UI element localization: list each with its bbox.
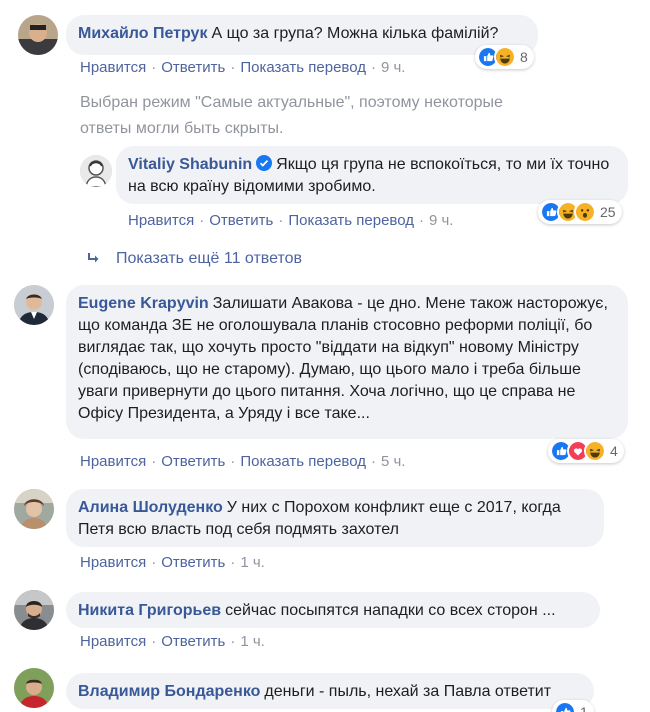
timestamp[interactable]: 1 ч. [240, 633, 265, 650]
avatar[interactable] [80, 155, 112, 187]
separator: · [199, 212, 205, 229]
reaction-count: 25 [600, 204, 616, 220]
like-button[interactable]: Нравится [80, 59, 146, 76]
comment-author[interactable]: Владимир Бондаренко [78, 683, 260, 700]
reply-button[interactable]: Ответить [161, 554, 225, 571]
comment-text: деньги - пыль, нехай за Павла ответит [264, 683, 552, 700]
avatar[interactable] [14, 489, 54, 529]
comment-bubble: Eugene Krapyvin Залишати Авакова - це дно… [66, 285, 628, 439]
timestamp[interactable]: 9 ч. [429, 212, 454, 229]
comment-text: А що за група? Можна кілька фамілій? [211, 25, 499, 42]
avatar[interactable] [14, 668, 54, 708]
like-button[interactable]: Нравится [80, 453, 146, 470]
verified-badge-icon [256, 155, 273, 171]
timestamp[interactable]: 1 ч. [240, 554, 265, 571]
comment-author[interactable]: Eugene Krapyvin [78, 295, 209, 312]
comment-text: сейчас посыпятся нападки со всех сторон … [225, 602, 556, 619]
reaction-count: 1 [580, 704, 588, 712]
comment-actions: Нравится · Ответить · Показать перевод · 9 ч. [80, 59, 405, 76]
comment-bubble: Михайло Петрук А що за група? Можна кільк… [66, 15, 538, 55]
reply-button[interactable]: Ответить [161, 59, 225, 76]
reaction-count: 4 [610, 443, 618, 459]
like-icon [554, 701, 576, 712]
reaction-summary[interactable]: 8 [475, 45, 534, 69]
separator: · [418, 212, 424, 229]
avatar[interactable] [18, 15, 58, 55]
haha-icon [494, 46, 516, 68]
like-button[interactable]: Нравится [80, 633, 146, 650]
avatar-photo-icon [14, 668, 54, 708]
comment-author[interactable]: Никита Григорьев [78, 602, 221, 619]
translate-button[interactable]: Показать перевод [240, 453, 366, 470]
reply-button[interactable]: Ответить [161, 633, 225, 650]
separator: · [370, 453, 376, 470]
avatar[interactable] [14, 285, 54, 325]
timestamp[interactable]: 9 ч. [381, 59, 406, 76]
show-more-label[interactable]: Показать ещё 11 ответов [116, 250, 302, 268]
comment-bubble: Никита Григорьев сейчас посыпятся нападки… [66, 592, 600, 628]
reply-button[interactable]: Ответить [209, 212, 273, 229]
separator: · [151, 453, 157, 470]
reaction-count: 8 [520, 49, 528, 65]
separator: · [151, 633, 157, 650]
separator: · [230, 554, 236, 571]
avatar-photo-icon [14, 590, 54, 630]
separator: · [151, 554, 157, 571]
separator: · [151, 59, 157, 76]
comment-actions: Нравится · Ответить · 1 ч. [80, 633, 265, 650]
haha-icon [584, 440, 606, 462]
timestamp[interactable]: 5 ч. [381, 453, 406, 470]
separator: · [230, 59, 236, 76]
comment-text: Залишати Авакова - це дно. Мене також на… [78, 295, 608, 422]
comment-bubble: Владимир Бондаренко деньги - пыль, нехай … [66, 673, 594, 709]
avatar-photo-icon [14, 489, 54, 529]
like-button[interactable]: Нравится [80, 554, 146, 571]
comment-bubble: Vitaliy Shabunin Якщо ця група не вспокої… [116, 146, 628, 204]
wow-icon [574, 201, 596, 223]
reply-arrow-icon [88, 253, 99, 263]
translate-button[interactable]: Показать перевод [288, 212, 414, 229]
translate-button[interactable]: Показать перевод [240, 59, 366, 76]
separator: · [230, 453, 236, 470]
show-more-replies-link[interactable]: Показать ещё 11 ответов [86, 250, 302, 268]
comment-author[interactable]: Vitaliy Shabunin [128, 156, 252, 173]
reaction-summary[interactable]: 1 [552, 700, 594, 712]
comment-author[interactable]: Михайло Петрук [78, 25, 207, 42]
comment-bubble: Алина Шолуденко У них с Порохом конфликт … [66, 489, 604, 547]
reaction-summary[interactable]: 25 [538, 200, 622, 224]
filter-notice: Выбран режим "Самые актуальные", поэтому… [80, 94, 503, 137]
comment-actions: Нравится · Ответить · 1 ч. [80, 554, 265, 571]
avatar[interactable] [14, 590, 54, 630]
separator: · [278, 212, 284, 229]
comment-actions: Нравится · Ответить · Показать перевод · 9 ч. [128, 212, 453, 229]
like-button[interactable]: Нравится [128, 212, 194, 229]
reply-button[interactable]: Ответить [161, 453, 225, 470]
separator: · [230, 633, 236, 650]
comment-actions: Нравится · Ответить · Показать перевод · 5 ч. [80, 453, 405, 470]
separator: · [370, 59, 376, 76]
reaction-summary[interactable]: 4 [548, 439, 624, 463]
avatar-photo-icon [18, 15, 58, 55]
avatar-photo-icon [14, 285, 54, 325]
avatar-photo-icon [80, 155, 112, 187]
comment-author[interactable]: Алина Шолуденко [78, 499, 223, 516]
